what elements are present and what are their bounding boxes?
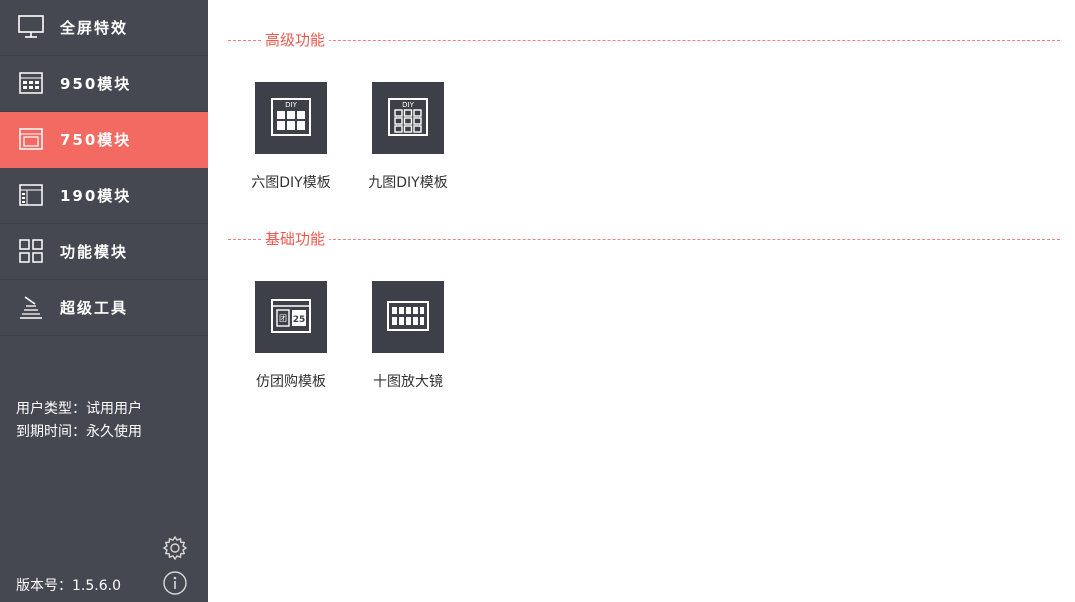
sidebar: 全屏特效 950模块 750模块 190模块 功能模块 超级工具 用户类型：试用… <box>0 0 208 602</box>
sidebar-item-label: 950模块 <box>60 75 132 93</box>
svg-text:25: 25 <box>293 315 306 325</box>
sidebar-item-label: 功能模块 <box>60 243 129 261</box>
monitor-icon <box>17 14 45 40</box>
sidebar-item-950-module[interactable]: 950模块 <box>0 56 208 112</box>
tile-label: 九图DIY模板 <box>368 175 448 191</box>
section-header-advanced: 高级功能 <box>228 30 1060 50</box>
svg-text:DIY: DIY <box>402 101 414 109</box>
info-icon[interactable] <box>162 570 188 596</box>
user-type: 用户类型：试用用户 <box>16 401 142 417</box>
sidebar-item-label: 超级工具 <box>60 299 129 317</box>
sidebar-item-label: 全屏特效 <box>60 19 129 37</box>
sidebar-item-label: 750模块 <box>60 131 132 149</box>
sidebar-item-fullscreen-effects[interactable]: 全屏特效 <box>0 0 208 56</box>
version-label: 版本号：1.5.6.0 <box>16 578 121 594</box>
tools-icon <box>17 294 45 320</box>
ten-grid-magnifier-icon <box>372 281 444 353</box>
tile-label: 仿团购模板 <box>256 374 326 390</box>
svg-text:团: 团 <box>279 314 287 323</box>
sidebar-item-750-module[interactable]: 750模块 <box>0 112 208 168</box>
grid-icon <box>17 238 45 264</box>
group-buy-icon: 团 25 <box>255 281 327 353</box>
tile-label: 六图DIY模板 <box>251 175 331 191</box>
module-950-icon <box>17 70 45 96</box>
expiry-time: 到期时间：永久使用 <box>16 424 142 440</box>
tile-label: 十图放大镜 <box>373 374 443 390</box>
sidebar-item-function-modules[interactable]: 功能模块 <box>0 224 208 280</box>
section-header-basic: 基础功能 <box>228 229 1060 249</box>
gear-icon[interactable] <box>162 535 188 561</box>
sidebar-item-190-module[interactable]: 190模块 <box>0 168 208 224</box>
user-info: 用户类型：试用用户 到期时间：永久使用 <box>16 398 142 444</box>
diy-nine-grid-icon: DIY <box>372 82 444 154</box>
sidebar-item-super-tools[interactable]: 超级工具 <box>0 280 208 336</box>
svg-text:DIY: DIY <box>285 101 297 109</box>
module-190-icon <box>17 182 45 208</box>
module-750-icon <box>17 126 45 152</box>
section-title: 基础功能 <box>261 229 330 249</box>
diy-six-grid-icon: DIY <box>255 82 327 154</box>
dashed-divider <box>228 239 1060 240</box>
dashed-divider <box>228 40 1060 41</box>
sidebar-item-label: 190模块 <box>60 187 132 205</box>
section-title: 高级功能 <box>261 30 330 50</box>
